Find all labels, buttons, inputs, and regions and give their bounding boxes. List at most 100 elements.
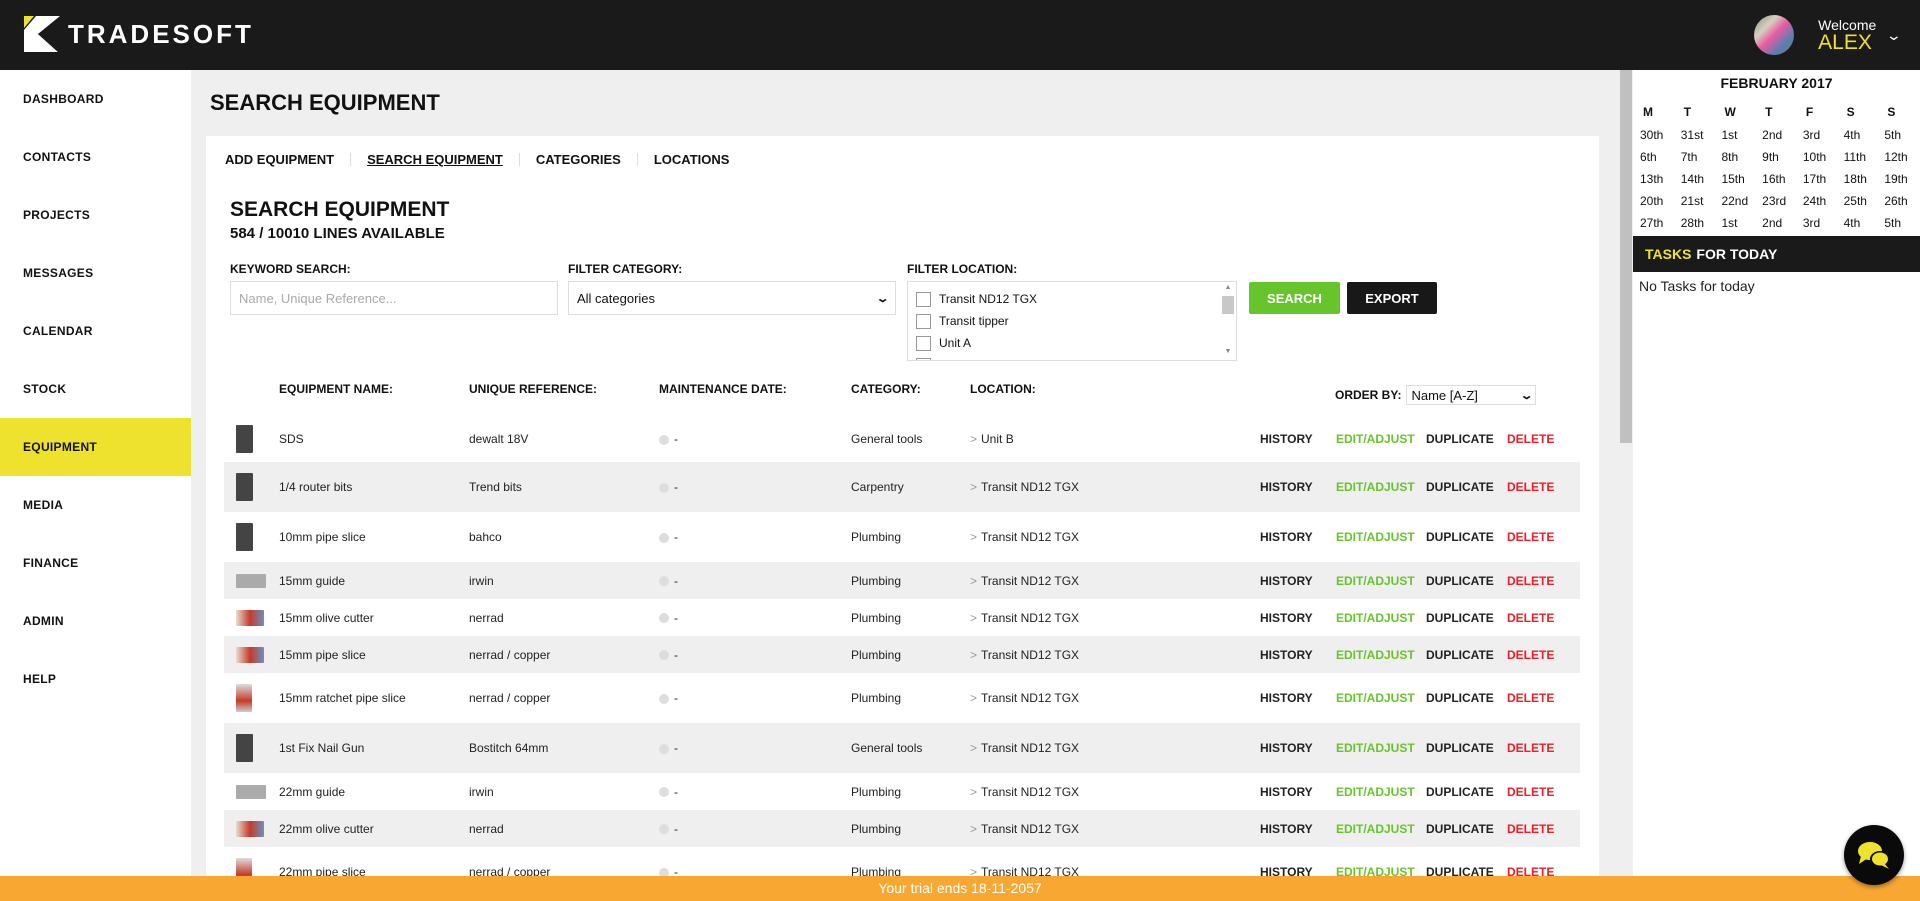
delete-button[interactable]: DELETE bbox=[1507, 648, 1554, 662]
location-option[interactable] bbox=[908, 354, 1236, 360]
sidebar-item-dashboard[interactable]: DASHBOARD bbox=[0, 70, 191, 128]
calendar-day[interactable]: 31st bbox=[1676, 128, 1717, 142]
calendar-day[interactable]: 10th bbox=[1798, 150, 1839, 164]
calendar-day[interactable]: 2nd bbox=[1757, 128, 1798, 142]
equipment-thumbnail[interactable] bbox=[236, 684, 252, 712]
edit-adjust-button[interactable]: EDIT/ADJUST bbox=[1336, 574, 1415, 588]
equipment-thumbnail[interactable] bbox=[236, 646, 264, 663]
calendar-day[interactable]: 1st bbox=[1716, 128, 1757, 142]
calendar-day[interactable]: 27th bbox=[1635, 216, 1676, 230]
calendar-day[interactable]: 5th bbox=[1879, 216, 1920, 230]
delete-button[interactable]: DELETE bbox=[1507, 611, 1554, 625]
calendar-day[interactable]: 3rd bbox=[1798, 128, 1839, 142]
calendar-day[interactable]: 2nd bbox=[1757, 216, 1798, 230]
duplicate-button[interactable]: DUPLICATE bbox=[1426, 741, 1494, 755]
search-button[interactable]: SEARCH bbox=[1249, 282, 1340, 314]
calendar-day[interactable]: 9th bbox=[1757, 150, 1798, 164]
duplicate-button[interactable]: DUPLICATE bbox=[1426, 574, 1494, 588]
equipment-thumbnail[interactable] bbox=[236, 609, 264, 626]
equipment-thumbnail[interactable] bbox=[236, 820, 264, 837]
delete-button[interactable]: DELETE bbox=[1507, 574, 1554, 588]
duplicate-button[interactable]: DUPLICATE bbox=[1426, 530, 1494, 544]
order-by-select[interactable]: Name [A-Z] ⌄ bbox=[1406, 385, 1537, 405]
delete-button[interactable]: DELETE bbox=[1507, 530, 1554, 544]
calendar-day[interactable]: 25th bbox=[1839, 194, 1880, 208]
calendar-day[interactable]: 28th bbox=[1676, 216, 1717, 230]
duplicate-button[interactable]: DUPLICATE bbox=[1426, 648, 1494, 662]
calendar-day[interactable]: 21st bbox=[1676, 194, 1717, 208]
calendar-day[interactable]: 5th bbox=[1879, 128, 1920, 142]
calendar-day[interactable]: 19th bbox=[1879, 172, 1920, 186]
calendar-day[interactable]: 4th bbox=[1839, 128, 1880, 142]
calendar-day[interactable]: 11th bbox=[1839, 150, 1880, 164]
calendar-day[interactable]: 23rd bbox=[1757, 194, 1798, 208]
scroll-thumb[interactable] bbox=[1222, 296, 1234, 314]
calendar-day[interactable]: 22nd bbox=[1716, 194, 1757, 208]
edit-adjust-button[interactable]: EDIT/ADJUST bbox=[1336, 611, 1415, 625]
sidebar-item-admin[interactable]: ADMIN bbox=[0, 592, 191, 650]
subnav-categories[interactable]: CATEGORIES bbox=[536, 152, 621, 167]
chat-button[interactable] bbox=[1844, 825, 1904, 885]
checkbox[interactable] bbox=[916, 291, 931, 307]
checkbox[interactable] bbox=[916, 335, 931, 351]
sidebar-item-calendar[interactable]: CALENDAR bbox=[0, 302, 191, 360]
history-button[interactable]: HISTORY bbox=[1260, 574, 1313, 588]
delete-button[interactable]: DELETE bbox=[1507, 691, 1554, 705]
delete-button[interactable]: DELETE bbox=[1507, 480, 1554, 494]
sidebar-item-projects[interactable]: PROJECTS bbox=[0, 186, 191, 244]
calendar-day[interactable]: 6th bbox=[1635, 150, 1676, 164]
history-button[interactable]: HISTORY bbox=[1260, 785, 1313, 799]
checkbox[interactable] bbox=[916, 357, 931, 360]
sidebar-item-contacts[interactable]: CONTACTS bbox=[0, 128, 191, 186]
history-button[interactable]: HISTORY bbox=[1260, 822, 1313, 836]
edit-adjust-button[interactable]: EDIT/ADJUST bbox=[1336, 480, 1415, 494]
filter-location-list[interactable]: Transit ND12 TGX Transit tipper Unit A ▲… bbox=[907, 281, 1237, 361]
page-scrollbar[interactable]: ▼ bbox=[1619, 70, 1633, 901]
history-button[interactable]: HISTORY bbox=[1260, 648, 1313, 662]
duplicate-button[interactable]: DUPLICATE bbox=[1426, 822, 1494, 836]
edit-adjust-button[interactable]: EDIT/ADJUST bbox=[1336, 432, 1415, 446]
equipment-thumbnail[interactable] bbox=[236, 573, 266, 588]
equipment-thumbnail[interactable] bbox=[236, 734, 253, 762]
export-button[interactable]: EXPORT bbox=[1347, 282, 1437, 314]
keyword-search-input[interactable] bbox=[230, 281, 558, 315]
calendar-day[interactable]: 24th bbox=[1798, 194, 1839, 208]
history-button[interactable]: HISTORY bbox=[1260, 480, 1313, 494]
equipment-thumbnail[interactable] bbox=[236, 523, 253, 551]
delete-button[interactable]: DELETE bbox=[1507, 432, 1554, 446]
calendar-day[interactable]: 12th bbox=[1879, 150, 1920, 164]
calendar-day[interactable]: 17th bbox=[1798, 172, 1839, 186]
calendar-day[interactable]: 18th bbox=[1839, 172, 1880, 186]
sidebar-item-help[interactable]: HELP bbox=[0, 650, 191, 708]
calendar-day[interactable]: 3rd bbox=[1798, 216, 1839, 230]
scroll-thumb[interactable] bbox=[1620, 70, 1632, 443]
sidebar-item-equipment[interactable]: EQUIPMENT bbox=[0, 418, 191, 476]
delete-button[interactable]: DELETE bbox=[1507, 741, 1554, 755]
calendar-day[interactable]: 30th bbox=[1635, 128, 1676, 142]
calendar-day[interactable]: 1st bbox=[1716, 216, 1757, 230]
equipment-thumbnail[interactable] bbox=[236, 425, 253, 453]
sidebar-item-media[interactable]: MEDIA bbox=[0, 476, 191, 534]
location-scrollbar[interactable]: ▲ ▼ bbox=[1222, 284, 1234, 358]
duplicate-button[interactable]: DUPLICATE bbox=[1426, 611, 1494, 625]
history-button[interactable]: HISTORY bbox=[1260, 432, 1313, 446]
scroll-up-icon[interactable]: ▲ bbox=[1222, 284, 1234, 294]
calendar-day[interactable]: 4th bbox=[1839, 216, 1880, 230]
calendar-day[interactable]: 14th bbox=[1676, 172, 1717, 186]
history-button[interactable]: HISTORY bbox=[1260, 611, 1313, 625]
equipment-thumbnail[interactable] bbox=[236, 473, 253, 501]
sidebar-item-messages[interactable]: MESSAGES bbox=[0, 244, 191, 302]
sidebar-item-stock[interactable]: STOCK bbox=[0, 360, 191, 418]
history-button[interactable]: HISTORY bbox=[1260, 741, 1313, 755]
edit-adjust-button[interactable]: EDIT/ADJUST bbox=[1336, 691, 1415, 705]
subnav-search-equipment[interactable]: SEARCH EQUIPMENT bbox=[367, 152, 503, 167]
delete-button[interactable]: DELETE bbox=[1507, 785, 1554, 799]
location-option[interactable]: Transit tipper bbox=[908, 310, 1236, 332]
calendar-day[interactable]: 8th bbox=[1716, 150, 1757, 164]
location-option[interactable]: Unit A bbox=[908, 332, 1236, 354]
checkbox[interactable] bbox=[916, 313, 931, 329]
calendar-day[interactable]: 13th bbox=[1635, 172, 1676, 186]
duplicate-button[interactable]: DUPLICATE bbox=[1426, 480, 1494, 494]
edit-adjust-button[interactable]: EDIT/ADJUST bbox=[1336, 530, 1415, 544]
duplicate-button[interactable]: DUPLICATE bbox=[1426, 691, 1494, 705]
